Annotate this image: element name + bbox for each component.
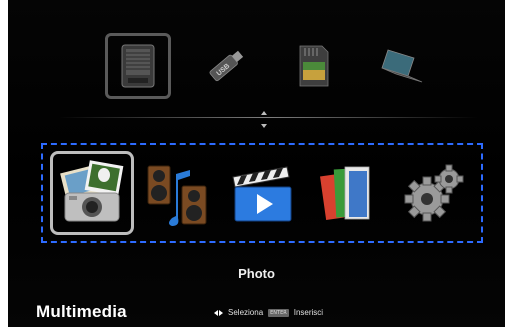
usb-stick-icon: USB xyxy=(209,50,244,82)
gear-icon xyxy=(404,164,464,222)
video-icon xyxy=(232,166,292,222)
hint-insert-label: Inserisci xyxy=(293,308,324,317)
page-title: Multimedia xyxy=(36,302,127,321)
selected-app-label: Photo xyxy=(238,266,275,281)
music-icon xyxy=(147,165,207,226)
sd-card-icon xyxy=(299,45,329,87)
scroll-down-icon xyxy=(261,124,267,128)
footer-bar: Multimedia Seleziona ENTER Inserisci xyxy=(8,290,505,327)
scroll-up-icon xyxy=(261,111,267,115)
source-internal-memory[interactable] xyxy=(105,33,171,99)
office-docs-icon xyxy=(320,166,370,221)
app-music[interactable] xyxy=(135,151,219,235)
photo-icon xyxy=(59,160,123,222)
app-settings[interactable] xyxy=(390,151,474,235)
hard-drive-icon xyxy=(121,44,155,88)
source-usb[interactable]: USB xyxy=(193,33,259,99)
app-office[interactable] xyxy=(305,151,389,235)
hint-select-label: Seleziona xyxy=(228,308,264,317)
source-sd-card[interactable] xyxy=(281,33,347,99)
app-photo[interactable] xyxy=(49,151,134,235)
left-right-arrows-icon xyxy=(214,309,223,316)
source-row: USB xyxy=(105,33,435,99)
source-network[interactable] xyxy=(369,33,435,99)
app-video[interactable] xyxy=(220,151,304,235)
control-hints: Seleziona ENTER Inserisci xyxy=(214,308,323,317)
divider-line xyxy=(58,117,478,118)
app-tray xyxy=(41,143,483,243)
laptop-network-icon xyxy=(381,49,423,83)
enter-key-icon: ENTER xyxy=(268,308,289,317)
